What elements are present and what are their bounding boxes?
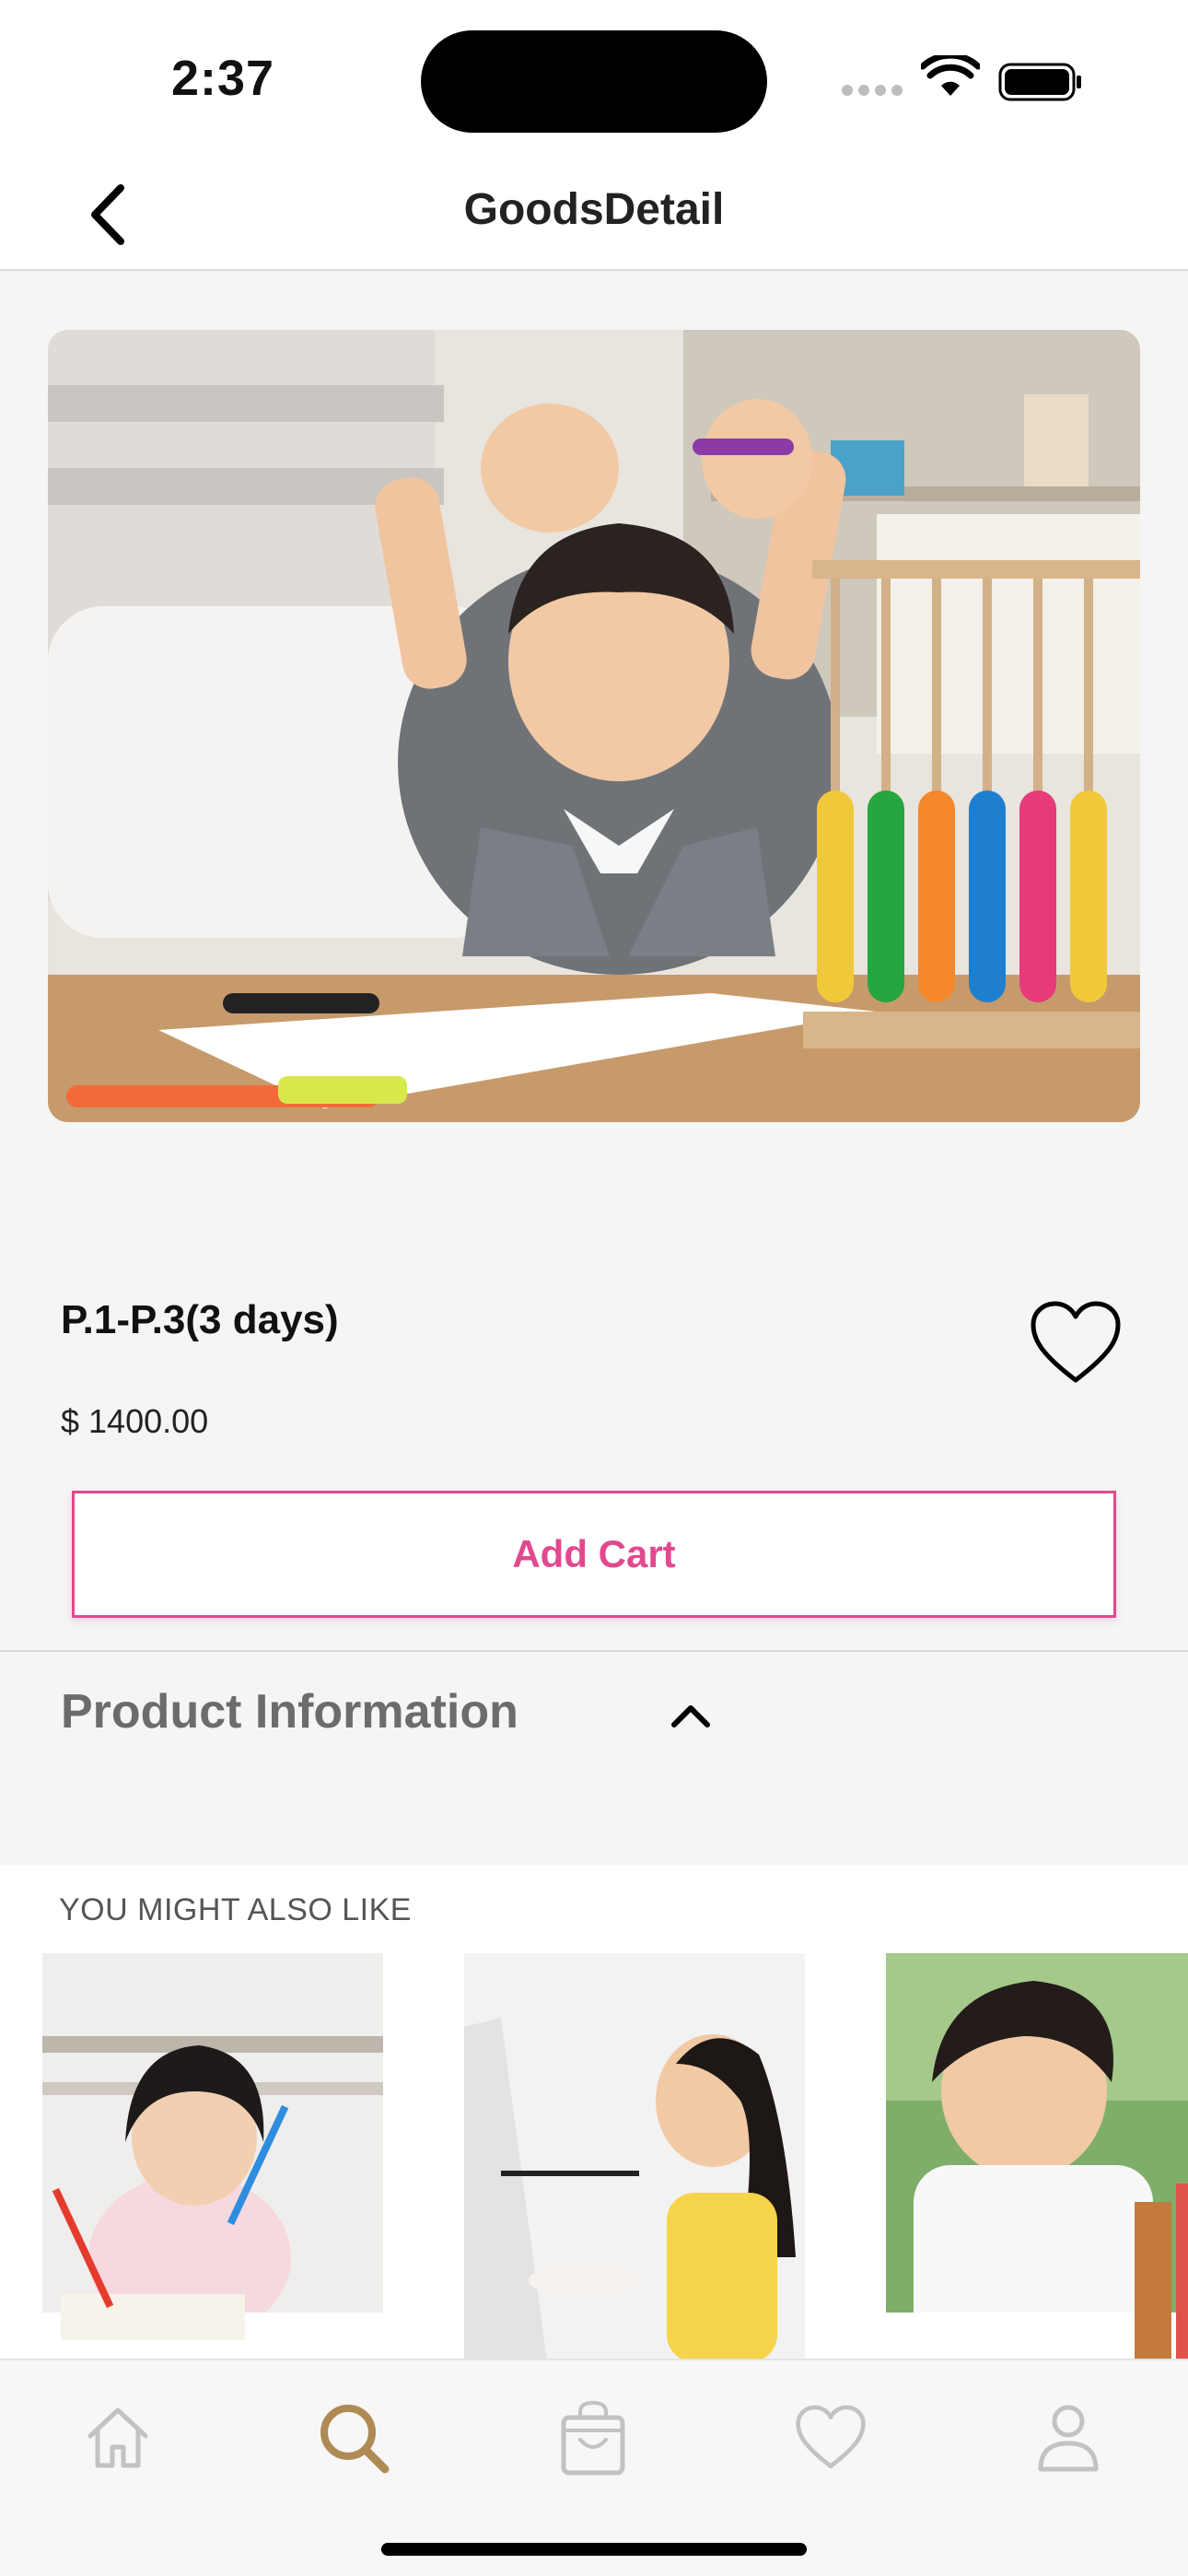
favorite-button[interactable] — [1028, 1299, 1124, 1391]
product-image — [48, 330, 1140, 1122]
shopping-bag-icon — [561, 2400, 625, 2476]
navigation-bar: GoodsDetail — [0, 157, 1188, 271]
tab-profile[interactable] — [1022, 2392, 1114, 2484]
home-icon — [87, 2407, 148, 2468]
tab-search[interactable] — [308, 2392, 400, 2484]
product-price: $ 1400.00 — [61, 1402, 209, 1440]
product-name: P.1-P.3(3 days) — [61, 1297, 339, 1342]
status-time: 2:37 — [171, 51, 275, 106]
heart-outline-icon — [1031, 1301, 1121, 1383]
tab-favorites[interactable] — [785, 2392, 877, 2484]
page-title: GoodsDetail — [463, 185, 725, 234]
recommendation-item[interactable] — [886, 1953, 1188, 2362]
tab-home[interactable] — [72, 2392, 164, 2484]
product-information-title[interactable]: Product Information — [61, 1684, 518, 1739]
recommendations-label: YOU MIGHT ALSO LIKE — [59, 1892, 412, 1927]
heart-icon — [796, 2405, 866, 2469]
search-icon — [320, 2405, 390, 2474]
recommendation-item[interactable] — [42, 1953, 383, 2362]
status-bar: 2:37 — [0, 0, 1188, 157]
recommendation-item[interactable] — [464, 1953, 805, 2362]
person-icon — [1038, 2405, 1099, 2472]
home-indicator — [381, 2543, 807, 2556]
recommendations-section: YOU MIGHT ALSO LIKE — [0, 1865, 1188, 2362]
tab-cart[interactable] — [547, 2392, 639, 2484]
add-cart-button[interactable]: Add Cart — [72, 1491, 1116, 1618]
section-divider — [0, 1650, 1188, 1652]
chevron-up-icon[interactable] — [667, 1692, 715, 1739]
cellular-signal-icon — [842, 85, 903, 96]
wifi-icon — [921, 55, 980, 96]
dynamic-island — [421, 30, 767, 133]
battery-icon — [998, 63, 1081, 101]
